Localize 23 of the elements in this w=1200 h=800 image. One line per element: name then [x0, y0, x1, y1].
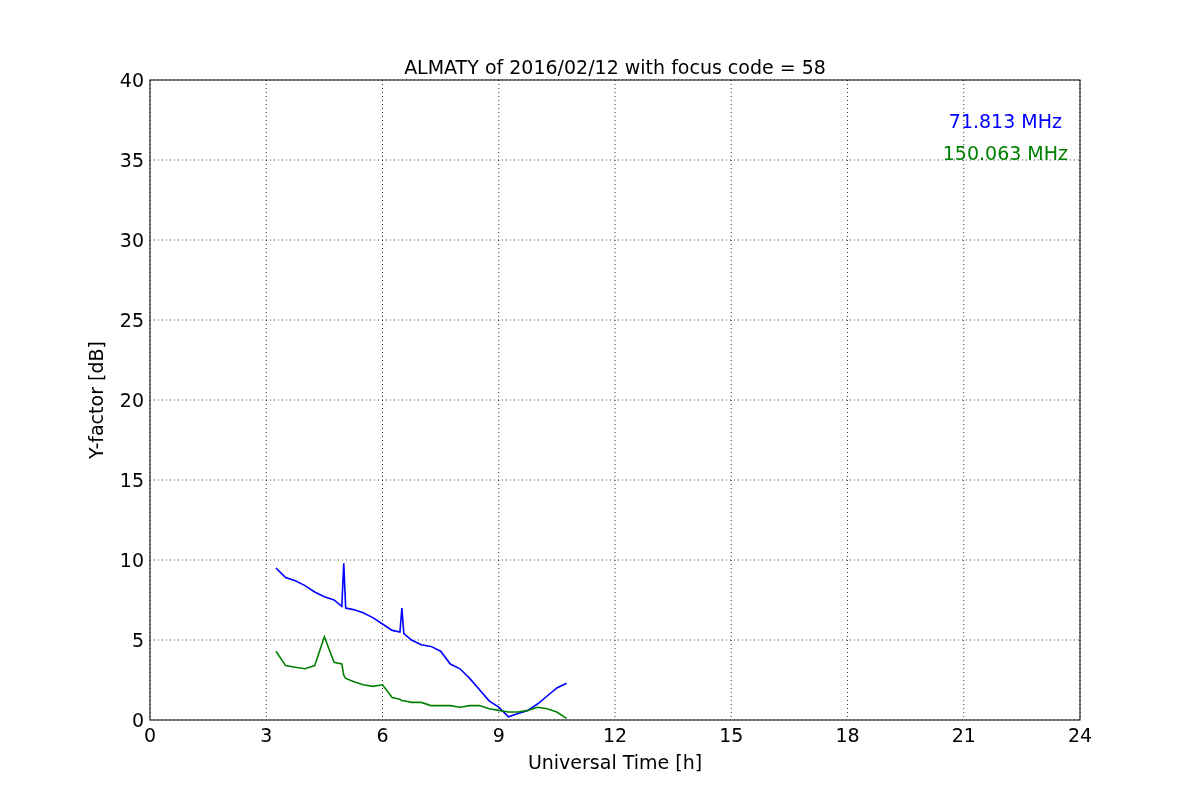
y-tick-label: 0 [131, 709, 144, 731]
x-tick-label: 6 [376, 724, 389, 746]
y-tick-label: 10 [119, 549, 144, 571]
y-tick-label: 30 [119, 229, 144, 251]
x-axis-label: Universal Time [h] [527, 751, 703, 773]
legend-label: 71.813 MHz [948, 110, 1062, 132]
chart-title: ALMATY of 2016/02/12 with focus code = 58 [404, 56, 826, 78]
y-axis-label: Y-factor [dB] [85, 341, 107, 459]
legend-label: 150.063 MHz [942, 142, 1068, 164]
x-tick-label: 18 [835, 724, 860, 746]
x-tick-label: 24 [1067, 724, 1093, 746]
y-tick-label: 35 [119, 149, 144, 171]
x-tick-label: 9 [492, 724, 505, 746]
x-tick-label: 12 [602, 724, 628, 746]
y-tick-label: 5 [131, 629, 144, 651]
x-tick-label: 21 [951, 724, 976, 746]
y-tick-label: 15 [119, 469, 144, 491]
y-tick-label: 25 [119, 309, 144, 331]
x-tick-label: 3 [260, 724, 273, 746]
x-tick-label: 15 [719, 724, 744, 746]
y-tick-label: 20 [119, 389, 144, 411]
y-tick-label: 40 [119, 69, 144, 91]
x-tick-label: 0 [143, 724, 157, 746]
